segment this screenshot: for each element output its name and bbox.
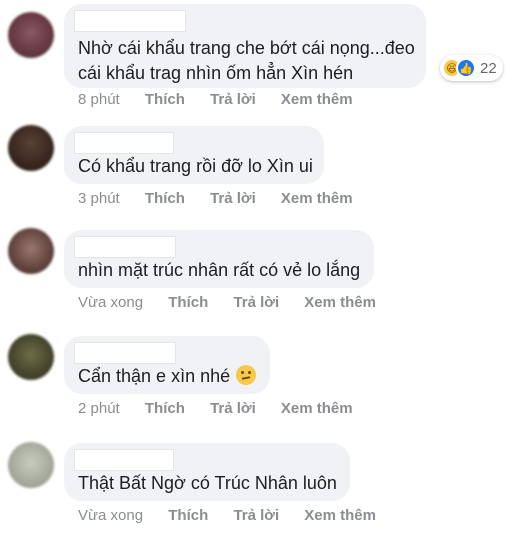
avatar[interactable]	[8, 442, 54, 488]
comment-text-line: Cẩn thận e xìn nhé	[78, 366, 231, 386]
comment-text-line: Nhờ cái khẩu trang che bớt cái nọng...đe…	[78, 38, 415, 58]
thinking-face-icon	[236, 365, 257, 385]
commenter-name[interactable]	[74, 342, 176, 364]
comment-actions: 3 phút Thích Trả lời Xem thêm	[78, 190, 374, 207]
timestamp[interactable]: 2 phút	[78, 400, 120, 417]
comment-bubble: Cẩn thận e xìn nhé	[64, 336, 270, 394]
see-more-button[interactable]: Xem thêm	[281, 91, 353, 108]
timestamp[interactable]: 8 phút	[78, 91, 120, 108]
like-button[interactable]: Thích	[145, 91, 185, 108]
avatar[interactable]	[8, 12, 54, 58]
reply-button[interactable]: Trả lời	[210, 91, 256, 108]
comment-bubble: nhìn mặt trúc nhân rất có vẻ lo lắng	[64, 230, 374, 288]
commenter-name[interactable]	[74, 10, 186, 32]
see-more-button[interactable]: Xem thêm	[304, 507, 376, 524]
comment-bubble: Có khẩu trang rồi đỡ lo Xìn ui	[64, 126, 324, 184]
see-more-button[interactable]: Xem thêm	[304, 294, 376, 311]
comment-bubble: Thật Bất Ngờ có Trúc Nhân luôn	[64, 443, 350, 501]
avatar[interactable]	[8, 228, 54, 274]
comment-text: Thật Bất Ngờ có Trúc Nhân luôn	[78, 471, 337, 496]
like-button[interactable]: Thích	[168, 294, 208, 311]
comment-text-line: Có khẩu trang rồi đỡ lo Xìn ui	[78, 156, 313, 176]
comment-text-line: nhìn mặt trúc nhân rất có vẻ lo lắng	[78, 260, 361, 280]
like-button[interactable]: Thích	[145, 400, 185, 417]
timestamp[interactable]: Vừa xong	[78, 507, 143, 524]
like-button[interactable]: Thích	[145, 190, 185, 207]
comment-text-line: Thật Bất Ngờ có Trúc Nhân luôn	[78, 473, 337, 493]
avatar[interactable]	[8, 125, 54, 171]
comment-text: Có khẩu trang rồi đỡ lo Xìn ui	[78, 154, 313, 179]
comment-bubble: Nhờ cái khẩu trang che bớt cái nọng...đe…	[64, 4, 426, 88]
comment-text: nhìn mặt trúc nhân rất có vẻ lo lắng	[78, 258, 360, 283]
reply-button[interactable]: Trả lời	[233, 507, 279, 524]
timestamp[interactable]: Vừa xong	[78, 294, 143, 311]
like-button[interactable]: Thích	[168, 507, 208, 524]
timestamp[interactable]: 3 phút	[78, 190, 120, 207]
commenter-name[interactable]	[74, 236, 176, 258]
reply-button[interactable]: Trả lời	[210, 400, 256, 417]
comment-actions: 8 phút Thích Trả lời Xem thêm	[78, 91, 374, 108]
comment-text: Cẩn thận e xìn nhé	[78, 364, 257, 389]
see-more-button[interactable]: Xem thêm	[281, 400, 353, 417]
see-more-button[interactable]: Xem thêm	[281, 190, 353, 207]
reply-button[interactable]: Trả lời	[210, 190, 256, 207]
comment-text: Nhờ cái khẩu trang che bớt cái nọng...đe…	[78, 36, 415, 86]
comment-actions: 2 phút Thích Trả lời Xem thêm	[78, 400, 374, 417]
comment-text-line: cái khẩu trag nhìn ốm hẳn Xìn hén	[78, 63, 354, 83]
commenter-name[interactable]	[74, 132, 174, 154]
comment-actions: Vừa xong Thích Trả lời Xem thêm	[78, 507, 397, 524]
reaction-count: 22	[480, 59, 497, 77]
like-icon: 👍	[456, 58, 476, 78]
commenter-name[interactable]	[74, 449, 174, 471]
comment-actions: Vừa xong Thích Trả lời Xem thêm	[78, 294, 397, 311]
reply-button[interactable]: Trả lời	[233, 294, 279, 311]
avatar[interactable]	[8, 334, 54, 380]
reaction-summary[interactable]: 😆 👍 22	[440, 55, 503, 81]
